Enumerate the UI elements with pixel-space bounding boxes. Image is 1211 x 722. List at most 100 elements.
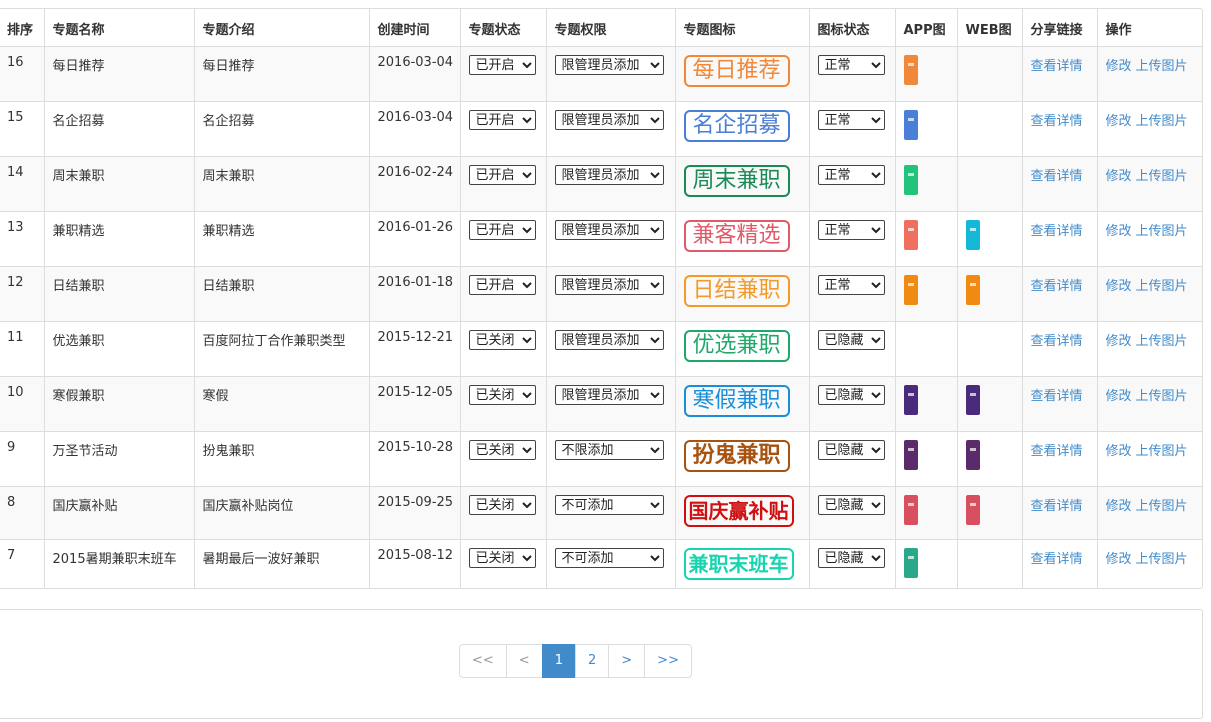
upload-image-link[interactable]: 上传图片 xyxy=(1136,224,1188,239)
icon-status-select[interactable]: 正常 xyxy=(817,55,885,75)
last-page-button[interactable]: >> xyxy=(644,644,692,678)
topic-intro-cell: 名企招募 xyxy=(194,101,370,157)
edit-link[interactable]: 修改 xyxy=(1106,389,1132,404)
icon-status-select[interactable]: 已隐藏 xyxy=(817,440,885,460)
view-details-link[interactable]: 查看详情 xyxy=(1031,552,1083,567)
permission-select[interactable]: 限管理员添加 xyxy=(554,385,664,405)
next-page-button[interactable]: > xyxy=(608,644,646,678)
permission-select[interactable]: 不限添加 xyxy=(554,440,664,460)
icon-status-select[interactable]: 正常 xyxy=(817,165,885,185)
edit-link[interactable]: 修改 xyxy=(1106,444,1132,459)
table-row: 14 周末兼职 周末兼职 2016-02-24 已开启 限管理员添加 周末兼职 正常 查看详情修… xyxy=(0,156,1202,212)
web-image-thumbnail[interactable] xyxy=(965,385,980,415)
upload-image-link[interactable]: 上传图片 xyxy=(1136,444,1188,459)
app-image-thumbnail[interactable] xyxy=(903,110,918,140)
edit-link[interactable]: 修改 xyxy=(1106,334,1132,349)
status-select[interactable]: 已关闭 xyxy=(468,440,536,460)
permission-select[interactable]: 不可添加 xyxy=(554,495,664,515)
icon-status-cell: 已隐藏 xyxy=(809,486,896,540)
view-details-link[interactable]: 查看详情 xyxy=(1031,334,1083,349)
topic-intro-cell: 每日推荐 xyxy=(194,46,370,102)
icon-status-select[interactable]: 正常 xyxy=(817,220,885,240)
first-page-button[interactable]: << xyxy=(459,644,507,678)
table-row: 11 优选兼职 百度阿拉丁合作兼职类型 2015-12-21 已关闭 限管理员添加 优选兼职… xyxy=(0,321,1202,377)
status-select[interactable]: 已关闭 xyxy=(468,548,536,568)
edit-link[interactable]: 修改 xyxy=(1106,59,1132,74)
status-select[interactable]: 已关闭 xyxy=(468,495,536,515)
icon-status-select[interactable]: 正常 xyxy=(817,275,885,295)
permission-select[interactable]: 限管理员添加 xyxy=(554,220,664,240)
edit-link[interactable]: 修改 xyxy=(1106,279,1132,294)
page-1-button[interactable]: 1 xyxy=(541,644,576,678)
permission-select[interactable]: 限管理员添加 xyxy=(554,275,664,295)
web-image-thumbnail[interactable] xyxy=(965,275,980,305)
upload-image-link[interactable]: 上传图片 xyxy=(1136,59,1188,74)
status-cell: 已关闭 xyxy=(460,321,547,377)
app-image-thumbnail[interactable] xyxy=(903,385,918,415)
edit-link[interactable]: 修改 xyxy=(1106,499,1132,514)
permission-select[interactable]: 限管理员添加 xyxy=(554,55,664,75)
upload-image-link[interactable]: 上传图片 xyxy=(1136,114,1188,129)
icon-status-select[interactable]: 已隐藏 xyxy=(817,330,885,350)
view-details-link[interactable]: 查看详情 xyxy=(1031,279,1083,294)
permission-select[interactable]: 不可添加 xyxy=(554,548,664,568)
permission-cell: 限管理员添加 xyxy=(546,156,676,212)
app-image-cell xyxy=(895,211,958,267)
view-details-link[interactable]: 查看详情 xyxy=(1031,114,1083,129)
status-cell: 已开启 xyxy=(460,46,547,102)
status-select[interactable]: 已关闭 xyxy=(468,385,536,405)
web-image-cell xyxy=(957,101,1023,157)
upload-image-link[interactable]: 上传图片 xyxy=(1136,279,1188,294)
app-image-thumbnail[interactable] xyxy=(903,275,918,305)
upload-image-link[interactable]: 上传图片 xyxy=(1136,169,1188,184)
app-image-thumbnail[interactable] xyxy=(903,495,918,525)
permission-cell: 不限添加 xyxy=(546,431,676,487)
icon-status-cell: 正常 xyxy=(809,101,896,157)
status-select[interactable]: 已开启 xyxy=(468,55,536,75)
topic-name-cell: 万圣节活动 xyxy=(44,431,195,487)
permission-select[interactable]: 限管理员添加 xyxy=(554,110,664,130)
status-select[interactable]: 已开启 xyxy=(468,110,536,130)
permission-cell: 限管理员添加 xyxy=(546,46,676,102)
prev-page-button[interactable]: < xyxy=(505,644,543,678)
icon-status-select[interactable]: 已隐藏 xyxy=(817,548,885,568)
icon-status-select[interactable]: 已隐藏 xyxy=(817,385,885,405)
view-details-link[interactable]: 查看详情 xyxy=(1031,499,1083,514)
view-details-link[interactable]: 查看详情 xyxy=(1031,224,1083,239)
page-2-button[interactable]: 2 xyxy=(574,644,610,678)
permission-select[interactable]: 限管理员添加 xyxy=(554,330,664,350)
upload-image-link[interactable]: 上传图片 xyxy=(1136,499,1188,514)
upload-image-link[interactable]: 上传图片 xyxy=(1136,334,1188,349)
edit-link[interactable]: 修改 xyxy=(1106,114,1132,129)
view-details-link[interactable]: 查看详情 xyxy=(1031,389,1083,404)
view-details-link[interactable]: 查看详情 xyxy=(1031,444,1083,459)
status-select[interactable]: 已关闭 xyxy=(468,330,536,350)
status-select[interactable]: 已开启 xyxy=(468,275,536,295)
edit-link[interactable]: 修改 xyxy=(1106,552,1132,567)
icon-status-select[interactable]: 正常 xyxy=(817,110,885,130)
web-image-thumbnail[interactable] xyxy=(965,495,980,525)
edit-link[interactable]: 修改 xyxy=(1106,169,1132,184)
icon-status-select[interactable]: 已隐藏 xyxy=(817,495,885,515)
app-image-thumbnail[interactable] xyxy=(903,55,918,85)
topic-intro-cell: 周末兼职 xyxy=(194,156,370,212)
share-link-cell: 查看详情 xyxy=(1022,321,1098,377)
app-image-thumbnail[interactable] xyxy=(903,548,918,578)
app-image-thumbnail[interactable] xyxy=(903,440,918,470)
upload-image-link[interactable]: 上传图片 xyxy=(1136,389,1188,404)
view-details-link[interactable]: 查看详情 xyxy=(1031,59,1083,74)
permission-select[interactable]: 限管理员添加 xyxy=(554,165,664,185)
status-select[interactable]: 已开启 xyxy=(468,220,536,240)
edit-link[interactable]: 修改 xyxy=(1106,224,1132,239)
web-image-thumbnail[interactable] xyxy=(965,220,980,250)
app-image-thumbnail[interactable] xyxy=(903,165,918,195)
app-image-thumbnail[interactable] xyxy=(903,220,918,250)
column-header: 排序 xyxy=(0,9,45,47)
topic-icon-cell: 每日推荐 xyxy=(675,46,810,102)
upload-image-link[interactable]: 上传图片 xyxy=(1136,552,1188,567)
topic-icon-image: 兼客精选 xyxy=(683,220,790,252)
web-image-thumbnail[interactable] xyxy=(965,440,980,470)
topic-icon-cell: 周末兼职 xyxy=(675,156,810,212)
status-select[interactable]: 已开启 xyxy=(468,165,536,185)
view-details-link[interactable]: 查看详情 xyxy=(1031,169,1083,184)
